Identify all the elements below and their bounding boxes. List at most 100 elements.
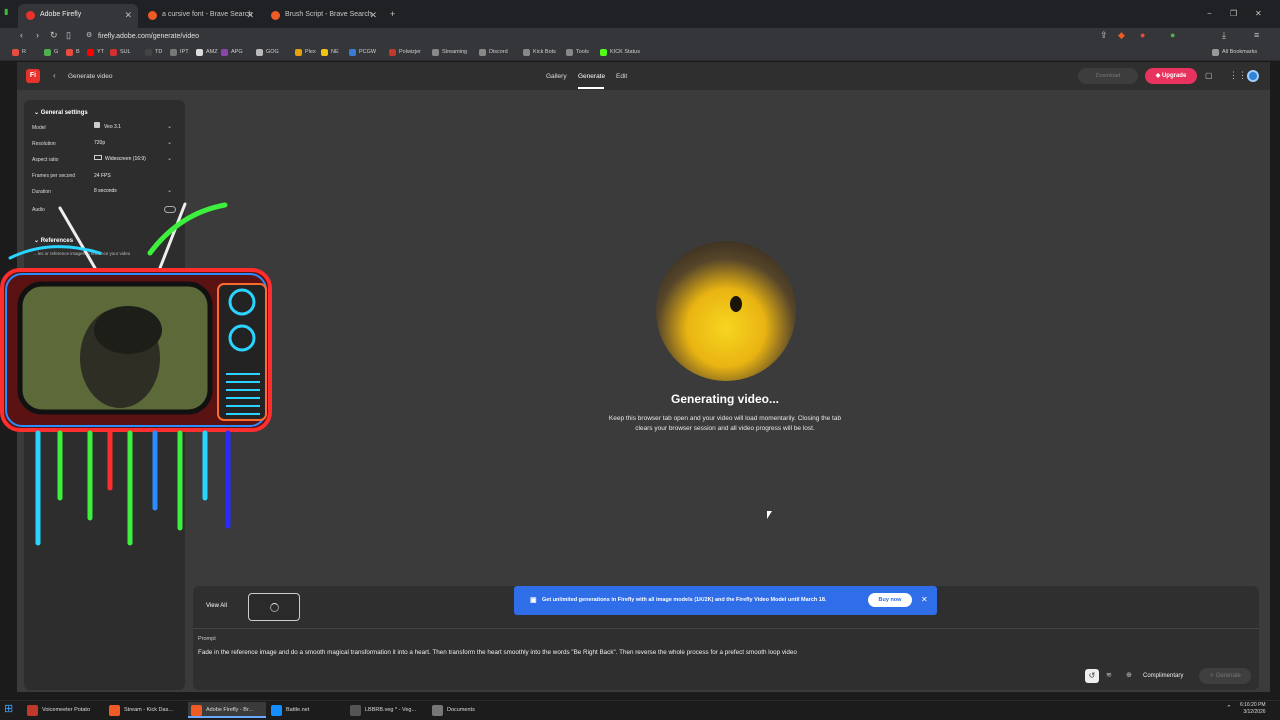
aspect-ratio-select[interactable]: Widescreen (16:9) ⌄ — [90, 154, 176, 165]
bookmark-item[interactable]: KICK Status — [600, 48, 640, 57]
taskbar-item[interactable]: LBBRB.veg * - Veg... — [347, 702, 427, 718]
back-arrow-icon[interactable]: ‹ — [53, 71, 56, 80]
bookmark-label: Streaming — [442, 49, 468, 55]
credits-icon[interactable]: ⊕ — [1126, 671, 1132, 679]
nav-gallery[interactable]: Gallery — [546, 73, 567, 80]
back-icon[interactable]: ‹ — [20, 30, 23, 40]
brave-icon — [271, 11, 280, 20]
avatar[interactable] — [1247, 70, 1259, 82]
share-icon[interactable]: ⇪ — [1100, 30, 1108, 41]
bookmark-favicon-icon — [196, 49, 203, 56]
banner-close-icon[interactable]: ✕ — [921, 595, 928, 604]
settings-sliders-icon[interactable]: ≋ — [1106, 671, 1112, 679]
bookmark-item[interactable]: G — [44, 48, 58, 57]
extension-icon[interactable]: ● — [1170, 30, 1175, 40]
bookmark-item[interactable]: Kick Bots — [523, 48, 556, 57]
download-button[interactable]: Download — [1078, 68, 1138, 84]
close-icon[interactable]: ✕ — [369, 4, 377, 26]
prompt-label: Prompt — [198, 636, 216, 642]
resolution-select[interactable]: 720p ⌄ — [90, 138, 176, 149]
buy-now-button[interactable]: Buy now — [868, 593, 912, 607]
status-message: Keep this browser tab open and your vide… — [590, 414, 860, 433]
history-icon[interactable]: ↺ — [1085, 669, 1099, 683]
app-icon — [191, 705, 202, 716]
prompt-input[interactable]: Fade in the reference image and do a smo… — [198, 649, 1238, 656]
taskbar-item[interactable]: Stream - Kick Das... — [106, 702, 184, 718]
site-info-icon[interactable]: ⚙ — [86, 31, 92, 39]
generate-button[interactable]: ✧ Generate — [1199, 668, 1251, 684]
bookmark-icon[interactable]: ▯ — [66, 30, 71, 41]
aspect-ratio-value: Widescreen (16:9) — [105, 156, 146, 162]
bookmark-label: KICK Status — [610, 49, 640, 55]
tab-adobe-firefly[interactable]: Adobe Firefly ✕ — [18, 4, 138, 28]
bookmark-item[interactable]: TD — [145, 48, 162, 57]
taskbar-item[interactable]: Voicemeeter Potato — [24, 702, 102, 718]
bookmark-item[interactable]: R — [12, 48, 26, 57]
close-icon[interactable]: ✕ — [246, 4, 254, 26]
nav-generate[interactable]: Generate — [578, 73, 605, 80]
taskbar-item[interactable]: Adobe Firefly - Br... — [188, 702, 266, 718]
complimentary-label: Complimentary — [1143, 673, 1184, 679]
bookmark-item[interactable]: IPT — [170, 48, 189, 57]
forward-icon[interactable]: › — [36, 30, 39, 40]
bookmark-item[interactable]: Discord — [479, 48, 508, 57]
bookmark-item[interactable]: GOG — [256, 48, 279, 57]
minimize-button[interactable]: − — [1207, 9, 1212, 18]
bookmark-item[interactable]: AMZ — [196, 48, 218, 57]
extension-icon[interactable]: ● — [1140, 30, 1145, 40]
window-close-button[interactable]: ✕ — [1255, 9, 1262, 18]
apps-grid-icon[interactable]: ⋮⋮ — [1229, 70, 1247, 81]
duration-select[interactable]: 8 seconds ⌄ — [90, 186, 176, 197]
bookmark-item[interactable]: B — [66, 48, 80, 57]
model-select[interactable]: Veo 3.1 ⌄ — [90, 122, 176, 133]
active-tab-indicator — [578, 87, 604, 89]
bookmark-label: G — [54, 49, 59, 55]
app-icon — [271, 705, 282, 716]
generation-thumbnail[interactable] — [248, 593, 300, 621]
bookmark-label: AMZ — [206, 49, 218, 55]
brave-shield-icon[interactable]: ◆ — [1118, 30, 1125, 41]
mouse-cursor — [767, 511, 772, 519]
general-settings-header[interactable]: ⌄ General settings — [34, 109, 88, 116]
maximize-button[interactable]: ❐ — [1230, 9, 1237, 18]
feedback-icon[interactable]: ▢ — [1205, 71, 1213, 80]
tab-brush-script[interactable]: Brush Script - Brave Search ✕ — [263, 4, 383, 28]
menu-icon[interactable]: ≡ — [1254, 30, 1259, 40]
firefly-logo[interactable]: Fi — [26, 69, 40, 83]
windows-start-icon[interactable]: ⊞ — [4, 703, 17, 716]
bookmark-item[interactable]: Polwizjer — [389, 48, 421, 57]
promo-text: Get unlimited generations in Firefly wit… — [542, 597, 827, 603]
taskbar-item[interactable]: Documents — [429, 702, 497, 718]
bookmark-item[interactable]: Plex — [295, 48, 316, 57]
bookmark-item[interactable]: PCGW — [349, 48, 376, 57]
tab-cursive-font[interactable]: a cursive font - Brave Search ✕ — [140, 4, 260, 28]
bookmark-item[interactable]: NE — [321, 48, 339, 57]
view-all-link[interactable]: View All — [206, 603, 227, 609]
bookmark-item[interactable]: Streaming — [432, 48, 467, 57]
bookmark-item[interactable]: APG — [221, 48, 243, 57]
upgrade-button[interactable]: ◆ Upgrade — [1145, 68, 1197, 84]
bookmark-favicon-icon — [389, 49, 396, 56]
new-tab-button[interactable]: + — [390, 9, 395, 19]
all-bookmarks[interactable]: All Bookmarks — [1212, 48, 1257, 57]
tray-chevron-icon[interactable]: ⌃ — [1226, 704, 1232, 712]
reload-icon[interactable]: ↻ — [50, 30, 58, 41]
bookmark-label: PCGW — [359, 49, 377, 55]
clock[interactable]: 6:16:20 PM 3/12/2026 — [1240, 702, 1266, 716]
nav-edit[interactable]: Edit — [616, 73, 627, 80]
tab-label: a cursive font - Brave Search — [162, 11, 253, 18]
url-input[interactable]: firefly.adobe.com/generate/video — [80, 30, 1120, 43]
close-icon[interactable]: ✕ — [124, 4, 132, 26]
all-bookmarks-label: All Bookmarks — [1222, 49, 1258, 55]
download-icon[interactable]: ⤓ — [1222, 30, 1226, 41]
aspect-ratio-label: Aspect ratio — [32, 157, 59, 163]
bookmark-label: SUL — [120, 49, 131, 55]
bookmarks-bar — [0, 45, 1280, 61]
preview-image — [656, 241, 796, 381]
bookmark-item[interactable]: Tools — [566, 48, 589, 57]
taskbar-item[interactable]: Battle.net — [268, 702, 340, 718]
bookmark-item[interactable]: SUL — [110, 48, 131, 57]
bookmark-label: NE — [331, 49, 339, 55]
bookmark-item[interactable]: YT — [87, 48, 104, 57]
bird-eye — [730, 296, 742, 312]
